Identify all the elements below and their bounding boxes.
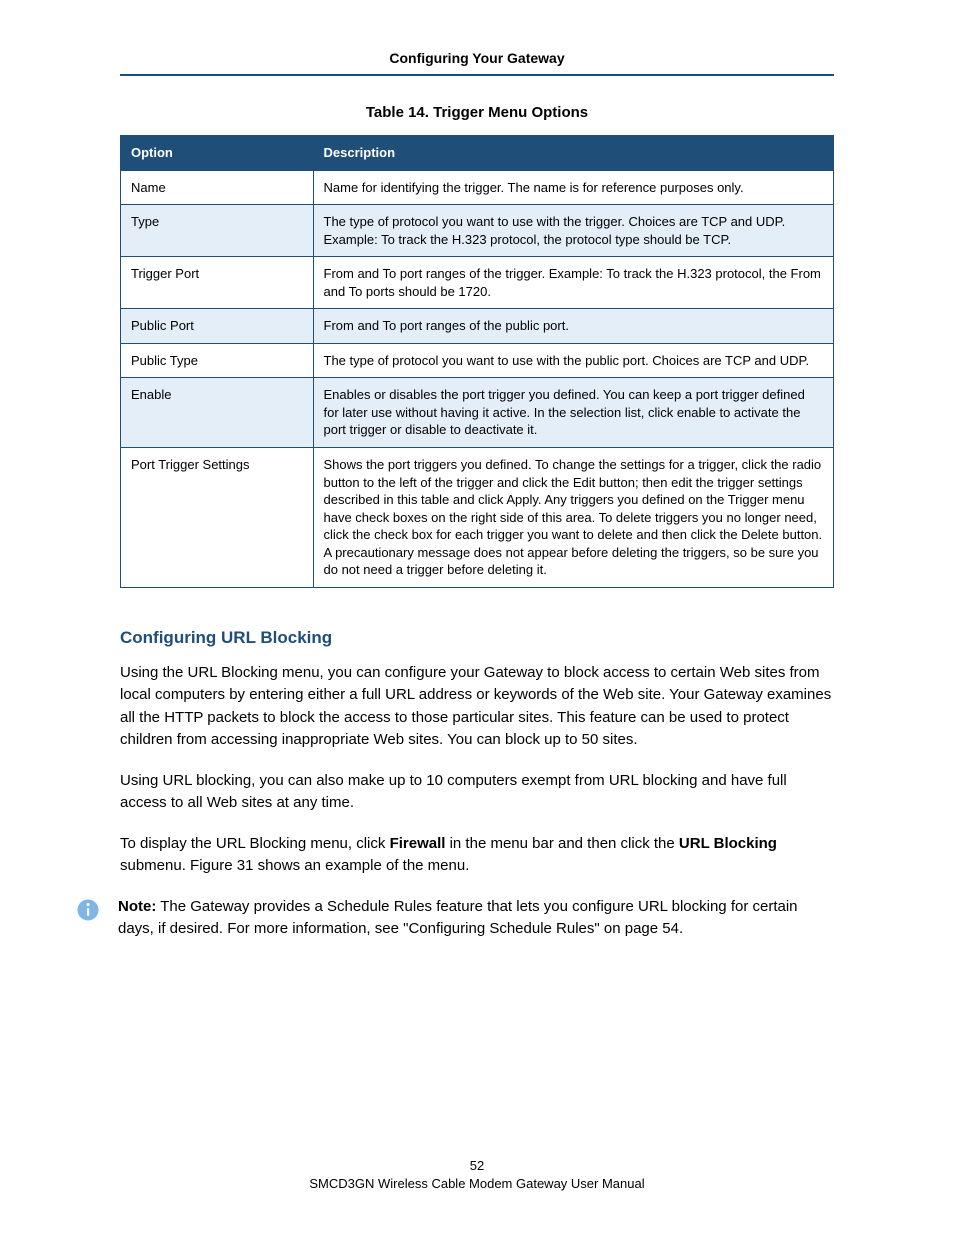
section-heading: Configuring URL Blocking xyxy=(120,628,834,648)
cell-desc: Enables or disables the port trigger you… xyxy=(313,378,834,448)
footer-doc-title: SMCD3GN Wireless Cable Modem Gateway Use… xyxy=(0,1175,954,1193)
table-header-option: Option xyxy=(121,136,314,171)
page-footer: 52 SMCD3GN Wireless Cable Modem Gateway … xyxy=(0,1157,954,1193)
table-row: Public Port From and To port ranges of t… xyxy=(121,309,834,344)
paragraph: Using URL blocking, you can also make up… xyxy=(120,770,834,815)
cell-desc: Name for identifying the trigger. The na… xyxy=(313,170,834,205)
text-fragment: To display the URL Blocking menu, click xyxy=(120,835,390,852)
header-rule xyxy=(120,74,834,76)
paragraph: Using the URL Blocking menu, you can con… xyxy=(120,662,834,752)
table-header-description: Description xyxy=(313,136,834,171)
table-row: Port Trigger Settings Shows the port tri… xyxy=(121,448,834,588)
table-row: Public Type The type of protocol you wan… xyxy=(121,343,834,378)
table-row: Trigger Port From and To port ranges of … xyxy=(121,257,834,309)
cell-option: Type xyxy=(121,205,314,257)
text-fragment: in the menu bar and then click the xyxy=(445,835,678,852)
cell-desc: The type of protocol you want to use wit… xyxy=(313,205,834,257)
cell-desc: From and To port ranges of the public po… xyxy=(313,309,834,344)
cell-option: Port Trigger Settings xyxy=(121,448,314,588)
table-row: Enable Enables or disables the port trig… xyxy=(121,378,834,448)
cell-desc: From and To port ranges of the trigger. … xyxy=(313,257,834,309)
cell-option: Name xyxy=(121,170,314,205)
cell-option: Public Type xyxy=(121,343,314,378)
running-header: Configuring Your Gateway xyxy=(120,50,834,66)
info-icon xyxy=(76,898,100,927)
cell-desc: The type of protocol you want to use wit… xyxy=(313,343,834,378)
cell-option: Enable xyxy=(121,378,314,448)
table-row: Type The type of protocol you want to us… xyxy=(121,205,834,257)
note-text: Note: The Gateway provides a Schedule Ru… xyxy=(118,896,834,941)
note-label: Note: xyxy=(118,898,156,915)
note-block: Note: The Gateway provides a Schedule Ru… xyxy=(120,896,834,941)
paragraph: To display the URL Blocking menu, click … xyxy=(120,833,834,878)
bold-term: URL Blocking xyxy=(679,835,777,852)
trigger-options-table: Option Description Name Name for identif… xyxy=(120,135,834,588)
bold-term: Firewall xyxy=(390,835,446,852)
cell-option: Public Port xyxy=(121,309,314,344)
cell-desc: Shows the port triggers you defined. To … xyxy=(313,448,834,588)
page-number: 52 xyxy=(0,1157,954,1175)
table-caption: Table 14. Trigger Menu Options xyxy=(120,104,834,121)
table-row: Name Name for identifying the trigger. T… xyxy=(121,170,834,205)
cell-option: Trigger Port xyxy=(121,257,314,309)
page: Configuring Your Gateway Table 14. Trigg… xyxy=(0,0,954,1235)
note-body: The Gateway provides a Schedule Rules fe… xyxy=(118,898,798,938)
text-fragment: submenu. Figure 31 shows an example of t… xyxy=(120,857,469,874)
